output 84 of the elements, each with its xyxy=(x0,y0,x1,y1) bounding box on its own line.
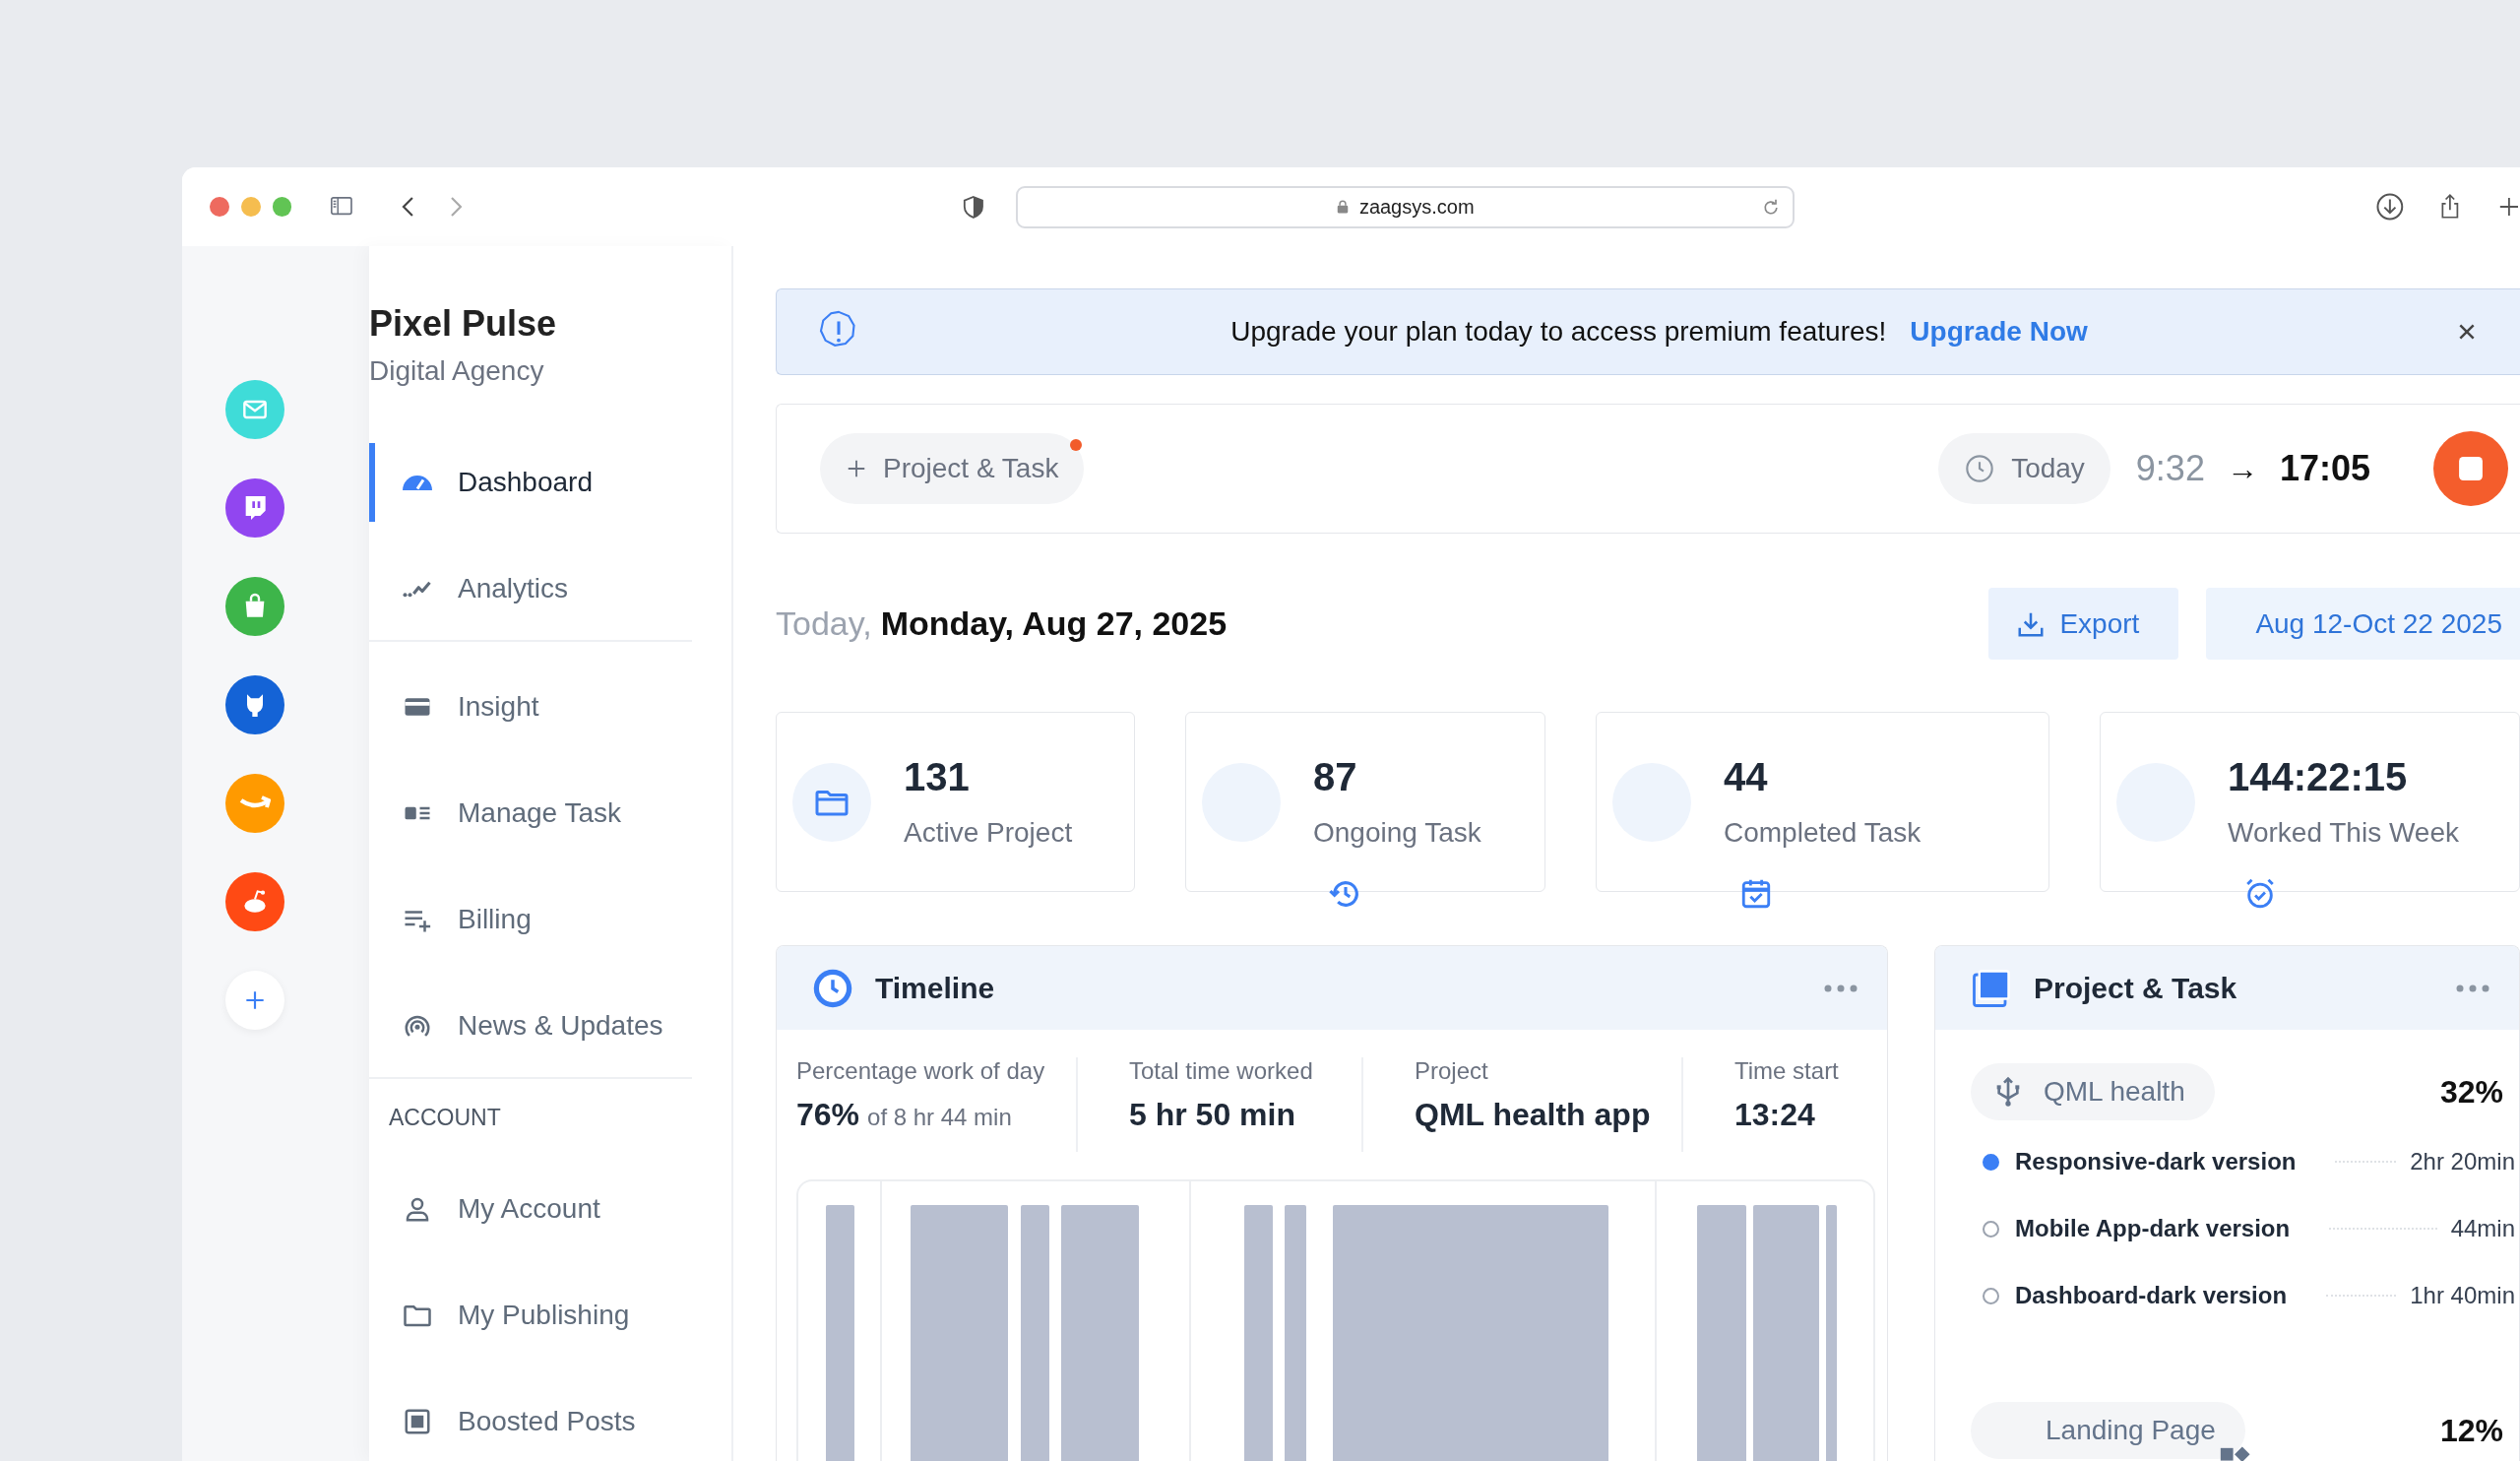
stat-label: Completed Task xyxy=(1724,817,1922,849)
upgrade-link[interactable]: Upgrade Now xyxy=(1910,316,2088,348)
panel-title: Timeline xyxy=(875,971,996,1005)
framed-square-icon xyxy=(403,1407,432,1436)
more-icon xyxy=(2456,983,2489,993)
add-task-button[interactable]: Project & Task xyxy=(820,433,1085,504)
nav-item[interactable]: Dashboard xyxy=(369,443,731,522)
arrow-glyph: → xyxy=(2226,450,2258,487)
nav-item[interactable]: Insight xyxy=(369,667,731,746)
new-tab-icon[interactable] xyxy=(2498,196,2520,218)
sidebar-toggle-icon[interactable] xyxy=(329,196,355,218)
stop-icon xyxy=(2458,456,2484,481)
project-percent: 12% xyxy=(2439,1412,2503,1449)
nav-item[interactable]: Billing xyxy=(369,880,731,959)
nav-item[interactable]: My Publishing xyxy=(369,1276,731,1355)
task-time: 1hr 40min xyxy=(2410,1282,2515,1309)
task-time: 44min xyxy=(2450,1215,2515,1242)
zoom-button[interactable] xyxy=(272,197,292,217)
radio-button[interactable] xyxy=(1983,1153,1999,1171)
stat-label: Ongoing Task xyxy=(1313,817,1481,849)
metric-label: Total time worked xyxy=(1129,1057,1314,1085)
download-icon[interactable] xyxy=(2374,192,2405,222)
stat-value: 87 xyxy=(1313,755,1358,799)
radio-button[interactable] xyxy=(1983,1287,1999,1304)
nav-item[interactable]: Boosted Posts xyxy=(369,1382,731,1461)
banner-message: Upgrade your plan today to access premium features! xyxy=(1230,316,1887,348)
gauge-icon xyxy=(403,474,432,491)
stat-label: Active Project xyxy=(904,817,1073,849)
project-chip[interactable]: QML health xyxy=(1971,1063,2215,1120)
task-name: Dashboard-dark version xyxy=(2015,1282,2288,1309)
metric-label: Percentage work of day xyxy=(796,1057,1046,1085)
export-button[interactable]: Export xyxy=(1988,588,2179,660)
nav-item[interactable]: Manage Task xyxy=(369,774,731,853)
section-heading: ACCOUNT xyxy=(388,1105,502,1130)
leader-line xyxy=(2326,1295,2397,1297)
address-bar[interactable]: zaagsys.com xyxy=(1015,185,1795,228)
more-icon xyxy=(1824,983,1858,993)
stat-value: 144:22:15 xyxy=(2228,755,2409,799)
brand-name: Pixel Pulse xyxy=(369,303,558,345)
stat-label: Worked This Week xyxy=(2228,817,2459,849)
task-name: Responsive-dark version xyxy=(2015,1148,2297,1175)
lock-icon xyxy=(1335,198,1350,216)
nav-item[interactable]: Analytics xyxy=(369,549,731,628)
nav-item[interactable]: News & Updates xyxy=(369,986,731,1065)
date-prefix: Today, xyxy=(776,604,872,642)
current-date: Monday, Aug 27, 2025 xyxy=(880,604,1228,642)
metric-value: QML health app xyxy=(1415,1097,1651,1132)
end-time: 17:05 xyxy=(2279,448,2370,489)
metric-label: Project xyxy=(1415,1057,1489,1085)
more-button[interactable] xyxy=(1824,983,1858,993)
metric-value: 13:24 xyxy=(1734,1097,1815,1132)
brand-tagline: Digital Agency xyxy=(369,354,545,388)
project-percent: 32% xyxy=(2439,1073,2503,1111)
stat-value: 131 xyxy=(904,755,971,799)
radio-button[interactable] xyxy=(1983,1220,1999,1238)
stat-value: 44 xyxy=(1724,755,1769,799)
panel-title: Project & Task xyxy=(2034,971,2238,1005)
project-chip[interactable]: Landing Page xyxy=(1971,1402,2245,1459)
app-button[interactable] xyxy=(225,577,284,636)
start-time: 9:32 xyxy=(2135,448,2205,489)
app-button[interactable] xyxy=(225,675,284,734)
close-icon xyxy=(2457,322,2477,342)
nav-item[interactable]: My Account xyxy=(369,1170,731,1248)
app-button[interactable] xyxy=(225,478,284,538)
day-button[interactable]: Today xyxy=(1938,433,2110,504)
metric-note: of 8 hr 44 min xyxy=(867,1104,1012,1130)
metric-value: 5 hr 50 min xyxy=(1129,1097,1295,1132)
forward-icon[interactable] xyxy=(449,195,465,219)
app-button[interactable] xyxy=(225,872,284,931)
plus-icon xyxy=(846,458,867,479)
shield-icon[interactable] xyxy=(962,194,984,220)
metric-value: 76% xyxy=(796,1097,860,1132)
task-time: 2hr 20min xyxy=(2410,1148,2515,1175)
date-range-button[interactable]: Aug 12-Oct 22 2025 xyxy=(2206,588,2520,660)
metric-label: Time start xyxy=(1734,1057,1840,1085)
minimize-button[interactable] xyxy=(240,197,261,217)
clock-icon xyxy=(812,967,853,1009)
task-name: Mobile App-dark version xyxy=(2015,1215,2291,1242)
leader-line xyxy=(2335,1161,2397,1163)
close-button[interactable] xyxy=(2457,322,2477,342)
more-button[interactable] xyxy=(2456,983,2489,993)
clock-icon xyxy=(1964,453,1996,484)
stacked-squares-icon xyxy=(1971,967,2012,1009)
calendar-check-icon xyxy=(1739,877,1773,911)
